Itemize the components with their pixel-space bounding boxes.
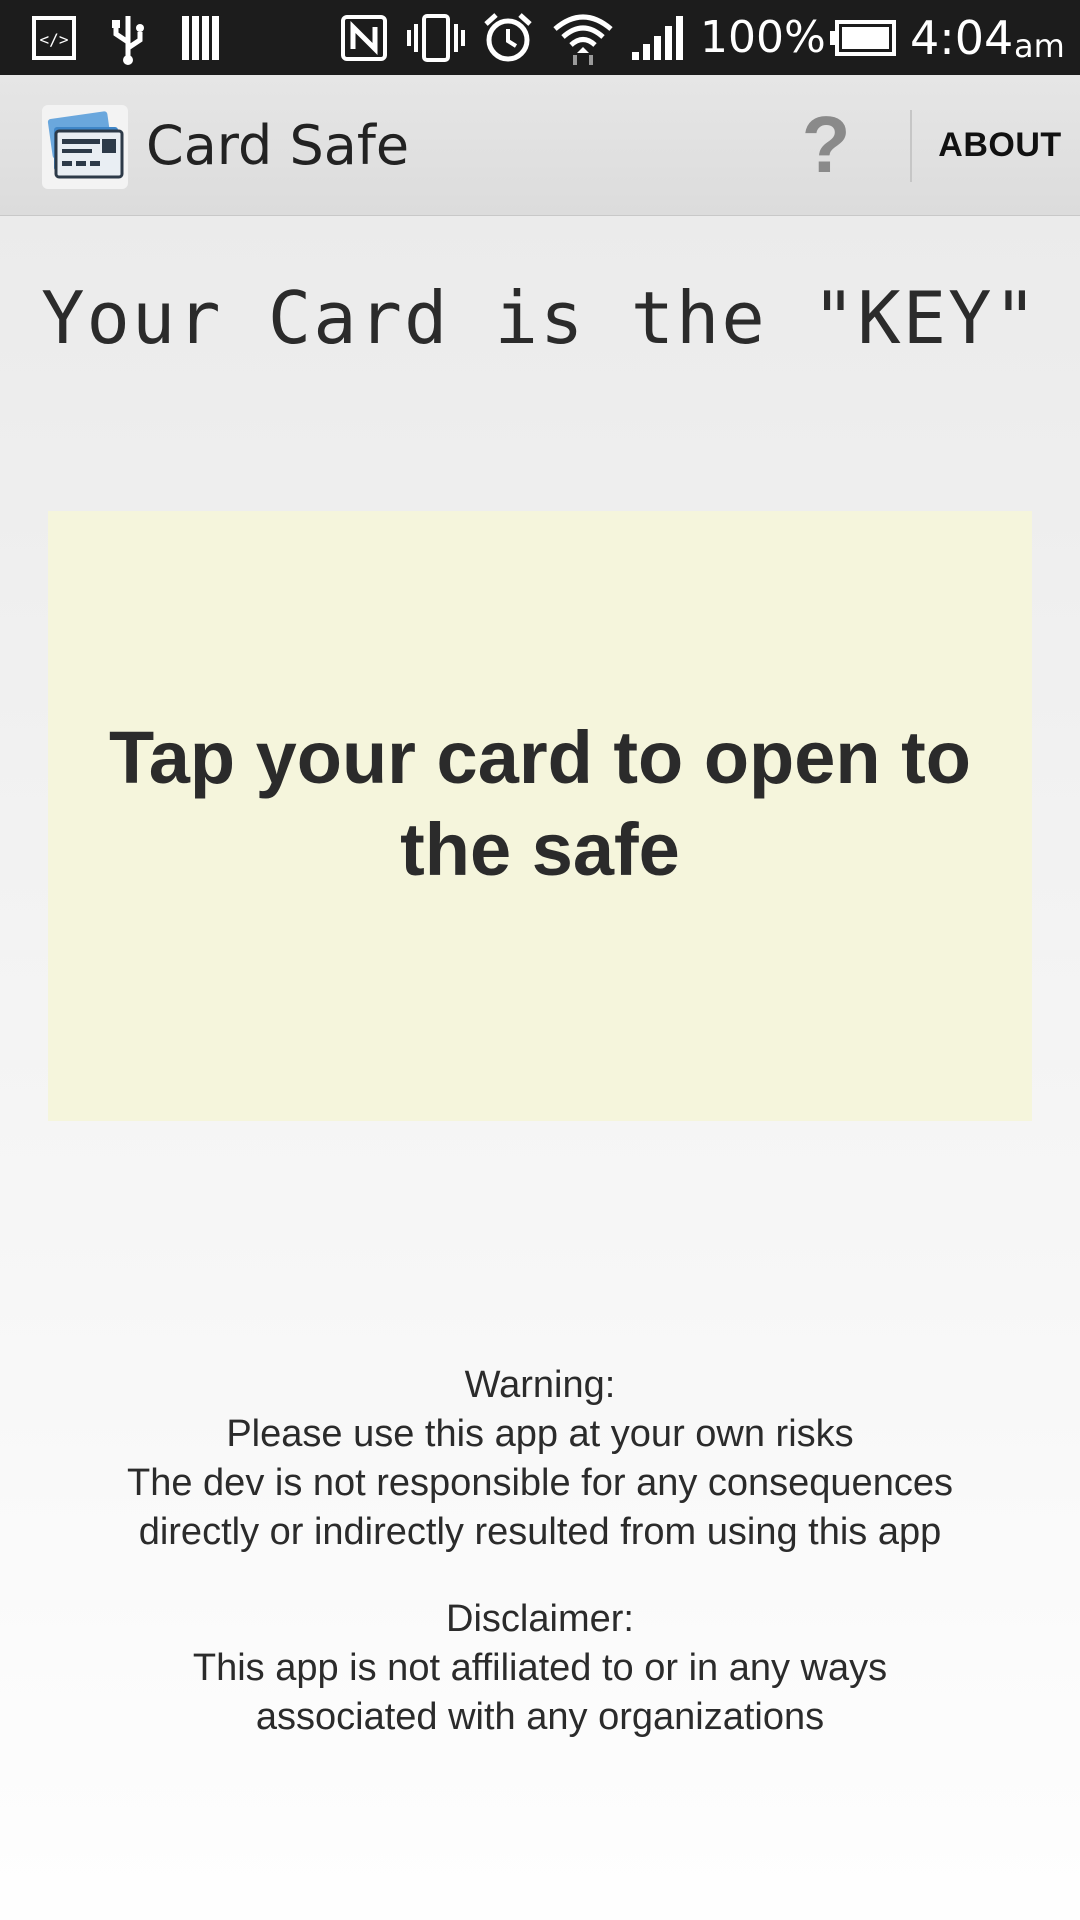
status-bar: </> 100% 4:04 am xyxy=(0,0,1080,75)
warning-heading: Warning: xyxy=(464,1364,616,1406)
storage-icon xyxy=(170,0,230,75)
clock-ampm: am xyxy=(1014,26,1065,65)
action-bar: Card Safe ? ABOUT xyxy=(0,75,1080,216)
dev-mode-icon: </> xyxy=(24,0,84,75)
svg-text:</>: </> xyxy=(40,30,69,49)
headline: Your Card is the "KEY" xyxy=(41,276,1039,360)
disclaimer-heading: Disclaimer: xyxy=(446,1598,634,1640)
warning-line: The dev is not responsible for any conse… xyxy=(127,1462,953,1504)
warning-line: Please use this app at your own risks xyxy=(226,1413,854,1455)
help-button[interactable]: ? xyxy=(790,75,862,215)
battery-icon xyxy=(828,0,898,75)
tap-prompt: Tap your card to open to the safe xyxy=(109,715,971,891)
wifi-icon xyxy=(550,0,616,75)
vibrate-icon xyxy=(404,0,468,75)
app-title: Card Safe xyxy=(146,113,410,177)
disclaimer-line: This app is not affiliated to or in any … xyxy=(192,1647,888,1689)
warning-line: directly or indirectly resulted from usi… xyxy=(138,1511,942,1553)
about-button[interactable]: ABOUT xyxy=(920,75,1080,215)
battery-percent: 100% xyxy=(700,12,826,63)
alarm-icon xyxy=(478,0,538,75)
tap-card-area[interactable]: Tap your card to open to the safe xyxy=(48,511,1032,1121)
action-bar-divider xyxy=(910,110,912,182)
disclaimer-block: Disclaimer: This app is not affiliated t… xyxy=(0,1595,1080,1742)
help-icon: ? xyxy=(801,100,851,189)
card-safe-app-icon[interactable] xyxy=(42,105,128,189)
clock-time: 4:04 xyxy=(910,10,1014,65)
nfc-icon xyxy=(336,0,392,75)
main-content: Your Card is the "KEY" Tap your card to … xyxy=(0,216,1080,1920)
warning-block: Warning: Please use this app at your own… xyxy=(0,1361,1080,1557)
usb-icon xyxy=(98,0,158,75)
disclaimer-line: associated with any organizations xyxy=(255,1696,825,1738)
signal-icon xyxy=(628,0,690,75)
notes: Warning: Please use this app at your own… xyxy=(0,1361,1080,1780)
